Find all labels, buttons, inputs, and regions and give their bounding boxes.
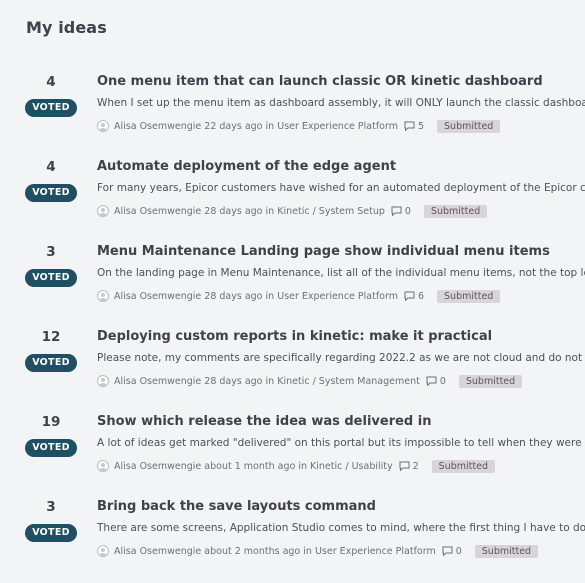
author-link[interactable]: Alisa Osemwengie bbox=[114, 121, 201, 132]
idea-title[interactable]: Show which release the idea was delivere… bbox=[97, 414, 431, 429]
category-link[interactable]: Kinetic / Usability bbox=[310, 461, 393, 472]
comment-icon[interactable] bbox=[426, 376, 437, 386]
comment-icon[interactable] bbox=[404, 121, 415, 131]
vote-count: 12 bbox=[41, 329, 61, 345]
idea-card: 12 VOTED Deploying custom reports in kin… bbox=[0, 328, 585, 413]
comment-count[interactable]: 5 bbox=[418, 121, 424, 132]
avatar-icon bbox=[97, 375, 109, 387]
idea-card: 19 VOTED Show which release the idea was… bbox=[0, 413, 585, 498]
in-label: in bbox=[265, 290, 275, 302]
vote-column: 19 VOTED bbox=[25, 413, 77, 457]
comment-count[interactable]: 2 bbox=[413, 461, 419, 472]
idea-card: 4 VOTED Automate deployment of the edge … bbox=[0, 158, 585, 243]
category-link[interactable]: Kinetic / System Management bbox=[277, 376, 420, 387]
idea-meta: Alisa Osemwengie 28 days ago in Kinetic … bbox=[97, 373, 523, 389]
vote-count: 4 bbox=[46, 74, 56, 90]
idea-title[interactable]: Bring back the save layouts command bbox=[97, 499, 376, 514]
category-link[interactable]: User Experience Platform bbox=[277, 121, 398, 132]
vote-count: 3 bbox=[46, 499, 56, 515]
vote-column: 3 VOTED bbox=[25, 498, 77, 542]
idea-meta: Alisa Osemwengie 28 days ago in User Exp… bbox=[97, 288, 501, 304]
idea-time: about 1 month ago bbox=[204, 460, 296, 472]
idea-title[interactable]: Menu Maintenance Landing page show indiv… bbox=[97, 244, 550, 259]
author-link[interactable]: Alisa Osemwengie bbox=[114, 376, 201, 387]
idea-card: 4 VOTED One menu item that can launch cl… bbox=[0, 73, 585, 158]
author-link[interactable]: Alisa Osemwengie bbox=[114, 206, 201, 217]
idea-meta: Alisa Osemwengie 28 days ago in Kinetic … bbox=[97, 203, 488, 219]
comment-icon[interactable] bbox=[442, 546, 453, 556]
vote-count: 3 bbox=[46, 244, 56, 260]
voted-button[interactable]: VOTED bbox=[25, 269, 77, 287]
author-link[interactable]: Alisa Osemwengie bbox=[114, 461, 201, 472]
comment-icon[interactable] bbox=[399, 461, 410, 471]
idea-description: There are some screens, Application Stud… bbox=[97, 522, 585, 534]
idea-title[interactable]: One menu item that can launch classic OR… bbox=[97, 74, 543, 89]
in-label: in bbox=[298, 460, 307, 472]
idea-card: 3 VOTED Menu Maintenance Landing page sh… bbox=[0, 243, 585, 328]
page-title: My ideas bbox=[26, 18, 107, 37]
in-label: in bbox=[265, 120, 275, 132]
status-badge: Submitted bbox=[431, 459, 495, 473]
status-badge: Submitted bbox=[437, 289, 501, 303]
vote-column: 3 VOTED bbox=[25, 243, 77, 287]
in-label: in bbox=[265, 375, 275, 387]
status-badge: Submitted bbox=[458, 374, 523, 388]
comment-count[interactable]: 0 bbox=[456, 546, 462, 557]
author-link[interactable]: Alisa Osemwengie bbox=[114, 546, 201, 557]
in-label: in bbox=[265, 205, 275, 217]
avatar-icon bbox=[97, 120, 109, 132]
idea-title[interactable]: Automate deployment of the edge agent bbox=[97, 159, 396, 174]
category-link[interactable]: User Experience Platform bbox=[315, 546, 436, 557]
avatar-icon bbox=[97, 205, 109, 217]
idea-meta: Alisa Osemwengie about 2 months ago in U… bbox=[97, 543, 539, 559]
comment-count[interactable]: 0 bbox=[440, 376, 446, 387]
comment-icon[interactable] bbox=[404, 291, 415, 301]
voted-button[interactable]: VOTED bbox=[25, 184, 77, 202]
status-badge: Submitted bbox=[474, 544, 539, 558]
idea-card: 3 VOTED Bring back the save layouts comm… bbox=[0, 498, 585, 583]
idea-time: 28 days ago bbox=[204, 375, 263, 387]
idea-time: 28 days ago bbox=[204, 290, 263, 302]
voted-button[interactable]: VOTED bbox=[25, 354, 77, 372]
vote-count: 4 bbox=[46, 159, 56, 175]
comment-count[interactable]: 6 bbox=[418, 291, 424, 302]
status-badge: Submitted bbox=[437, 119, 501, 133]
author-link[interactable]: Alisa Osemwengie bbox=[114, 291, 201, 302]
voted-button[interactable]: VOTED bbox=[25, 99, 77, 117]
avatar-icon bbox=[97, 290, 109, 302]
voted-button[interactable]: VOTED bbox=[25, 439, 77, 457]
idea-description: For many years, Epicor customers have wi… bbox=[97, 182, 585, 194]
vote-column: 12 VOTED bbox=[25, 328, 77, 372]
vote-count: 19 bbox=[41, 414, 61, 430]
category-link[interactable]: User Experience Platform bbox=[277, 291, 398, 302]
comment-icon[interactable] bbox=[391, 206, 402, 216]
idea-time: 22 days ago bbox=[204, 120, 263, 132]
idea-description: A lot of ideas get marked "delivered" on… bbox=[97, 437, 585, 449]
idea-description: On the landing page in Menu Maintenance,… bbox=[97, 267, 585, 279]
in-label: in bbox=[303, 545, 312, 557]
vote-column: 4 VOTED bbox=[25, 158, 77, 202]
idea-meta: Alisa Osemwengie 22 days ago in User Exp… bbox=[97, 118, 501, 134]
idea-description: Please note, my comments are specificall… bbox=[97, 352, 583, 364]
idea-meta: Alisa Osemwengie about 1 month ago in Ki… bbox=[97, 458, 495, 474]
comment-count[interactable]: 0 bbox=[405, 206, 411, 217]
category-link[interactable]: Kinetic / System Setup bbox=[277, 206, 385, 217]
vote-column: 4 VOTED bbox=[25, 73, 77, 117]
idea-time: about 2 months ago bbox=[204, 545, 301, 557]
voted-button[interactable]: VOTED bbox=[25, 524, 77, 542]
status-badge: Submitted bbox=[423, 204, 488, 218]
idea-description: When I set up the menu item as dashboard… bbox=[97, 97, 585, 109]
idea-time: 28 days ago bbox=[204, 205, 263, 217]
avatar-icon bbox=[97, 545, 109, 557]
idea-title[interactable]: Deploying custom reports in kinetic: mak… bbox=[97, 329, 492, 344]
avatar-icon bbox=[97, 460, 109, 472]
